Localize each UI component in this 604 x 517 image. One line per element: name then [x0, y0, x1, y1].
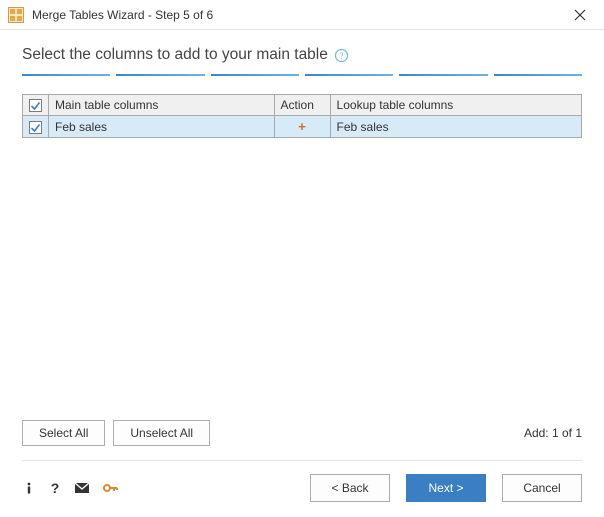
help-icon[interactable]: ? — [334, 48, 349, 63]
step-track — [494, 74, 582, 76]
mail-icon[interactable] — [74, 481, 90, 495]
content-area: Select the columns to add to your main t… — [0, 30, 604, 138]
row-lookup-col: Feb sales — [330, 116, 581, 138]
step-track — [211, 74, 299, 76]
back-button[interactable]: < Back — [310, 474, 390, 502]
unselect-all-button[interactable]: Unselect All — [113, 420, 210, 446]
app-icon — [8, 7, 24, 23]
footer-divider — [22, 460, 582, 461]
help-footer-icon[interactable]: ? — [48, 481, 62, 495]
step-track — [305, 74, 393, 76]
svg-text:?: ? — [51, 481, 60, 495]
step-track — [116, 74, 204, 76]
checkbox-checked-icon — [29, 99, 42, 112]
heading-text: Select the columns to add to your main t… — [22, 46, 328, 64]
close-button[interactable] — [566, 4, 594, 26]
footer-icons: ? — [22, 481, 118, 495]
info-icon[interactable] — [22, 481, 36, 495]
header-lookup[interactable]: Lookup table columns — [330, 95, 581, 116]
step-track — [399, 74, 487, 76]
header-main[interactable]: Main table columns — [49, 95, 275, 116]
step-heading: Select the columns to add to your main t… — [22, 46, 582, 64]
svg-text:?: ? — [339, 51, 343, 61]
footer: ? < Back Next > Cancel — [22, 474, 582, 502]
key-icon[interactable] — [102, 481, 118, 495]
row-action: + — [274, 116, 330, 138]
close-icon — [574, 9, 586, 21]
titlebar: Merge Tables Wizard - Step 5 of 6 — [0, 0, 604, 30]
window-title: Merge Tables Wizard - Step 5 of 6 — [32, 8, 566, 22]
header-check-all[interactable] — [23, 95, 49, 116]
select-all-button[interactable]: Select All — [22, 420, 105, 446]
cancel-button[interactable]: Cancel — [502, 474, 582, 502]
nav-buttons: < Back Next > Cancel — [310, 474, 582, 502]
next-button[interactable]: Next > — [406, 474, 486, 502]
row-checkbox-cell[interactable] — [23, 116, 49, 138]
checkbox-checked-icon — [29, 121, 42, 134]
columns-table: Main table columns Action Lookup table c… — [22, 94, 582, 138]
header-action[interactable]: Action — [274, 95, 330, 116]
table-header-row: Main table columns Action Lookup table c… — [23, 95, 582, 116]
plus-icon: + — [298, 119, 306, 134]
row-main-col: Feb sales — [49, 116, 275, 138]
table-row[interactable]: Feb sales + Feb sales — [23, 116, 582, 138]
step-tracks — [22, 74, 582, 76]
selection-controls: Select All Unselect All Add: 1 of 1 — [22, 420, 582, 446]
add-status: Add: 1 of 1 — [524, 426, 582, 440]
step-track — [22, 74, 110, 76]
